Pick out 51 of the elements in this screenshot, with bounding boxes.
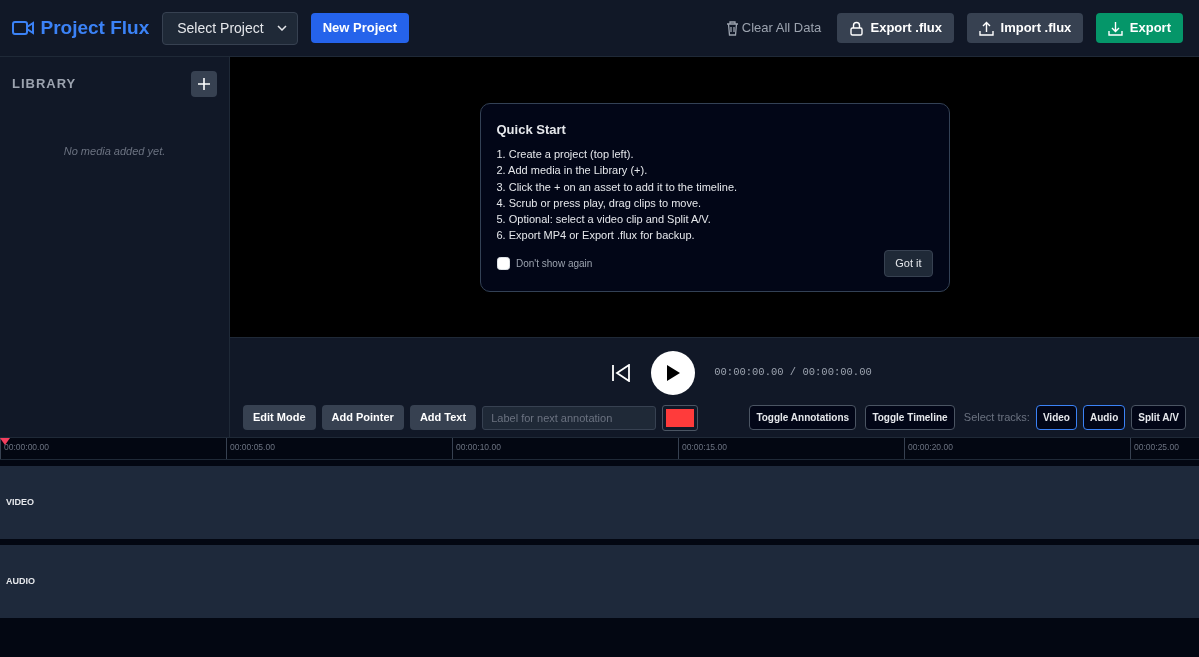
track-toggle[interactable]: Video [1035,405,1077,430]
toolbar-button[interactable]: Add Pointer [321,405,404,430]
dialog-title: Quick Start [496,121,567,139]
step-text: 1. Create a project (top left). [496,147,635,162]
toggle-button[interactable]: Toggle Timeline [865,405,955,430]
upload-icon [979,20,995,36]
chevron-down-icon [276,25,287,31]
step-text: 5. Optional: select a video clip and Split A/V. [496,212,712,228]
checkbox[interactable] [496,257,510,271]
header-button[interactable]: Export [1096,13,1183,43]
step-text: 4. Scrub or press play, drag clips to move. [496,195,703,211]
time-tick-label: 00:00:15.00 [682,442,727,452]
color-picker[interactable] [662,404,699,431]
clear-data-button[interactable]: Clear All Data [719,17,828,39]
time-tick-label: 00:00:05.00 [230,442,275,452]
step-text: 6. Export MP4 or Export .flux for backup. [496,228,696,244]
playhead-marker[interactable] [0,438,10,445]
toggle-button[interactable]: Toggle Annotations [749,405,857,430]
track-label: AUDIO [6,574,35,588]
time-display: 00:00:00.00 / 00:00:00.00 [714,365,872,381]
toolbar-button[interactable]: Edit Mode [243,405,316,430]
project-select[interactable]: Select Project [162,11,298,45]
time-tick-label: 00:00:10.00 [456,442,501,452]
header-button[interactable]: Import .flux [967,13,1084,43]
trash-icon [725,20,739,36]
step-text: 3. Click the + on an asset to add it to the timeline. [496,179,739,195]
plus-icon [198,78,210,90]
toolbar-button[interactable]: Add Text [409,405,477,430]
select-tracks-label: Select tracks: [963,410,1030,426]
library-title: LIBRARY [12,75,77,94]
track-toggle[interactable]: Split A/V [1131,405,1186,430]
time-tick-label: 00:00:20.00 [908,442,953,452]
time-tick-label: 00:00:00.00 [4,442,49,452]
label-input-field[interactable]: Label for next annotation [482,405,657,430]
skip-back-icon[interactable] [611,364,632,382]
time-tick-label: 00:00:25.00 [1134,442,1179,452]
play-icon [664,364,681,382]
step-text: 2. Add media in the Library (+). [496,163,649,179]
video-camera-icon [12,20,34,36]
lock-icon [849,20,865,36]
empty-message: No media added yet. [62,144,167,159]
got-it-button[interactable]: Got it [884,250,933,277]
header-button[interactable]: Export .flux [837,13,955,43]
track-toggle[interactable]: Audio [1082,405,1126,430]
new-project-button[interactable]: New Project [310,13,410,43]
play-button[interactable] [650,351,695,395]
add-media-button[interactable] [191,71,217,97]
download-icon [1108,20,1124,36]
track-label: VIDEO [6,495,34,509]
checkbox-label: Don't show again [516,257,593,272]
app-title: Project Flux [40,15,150,40]
